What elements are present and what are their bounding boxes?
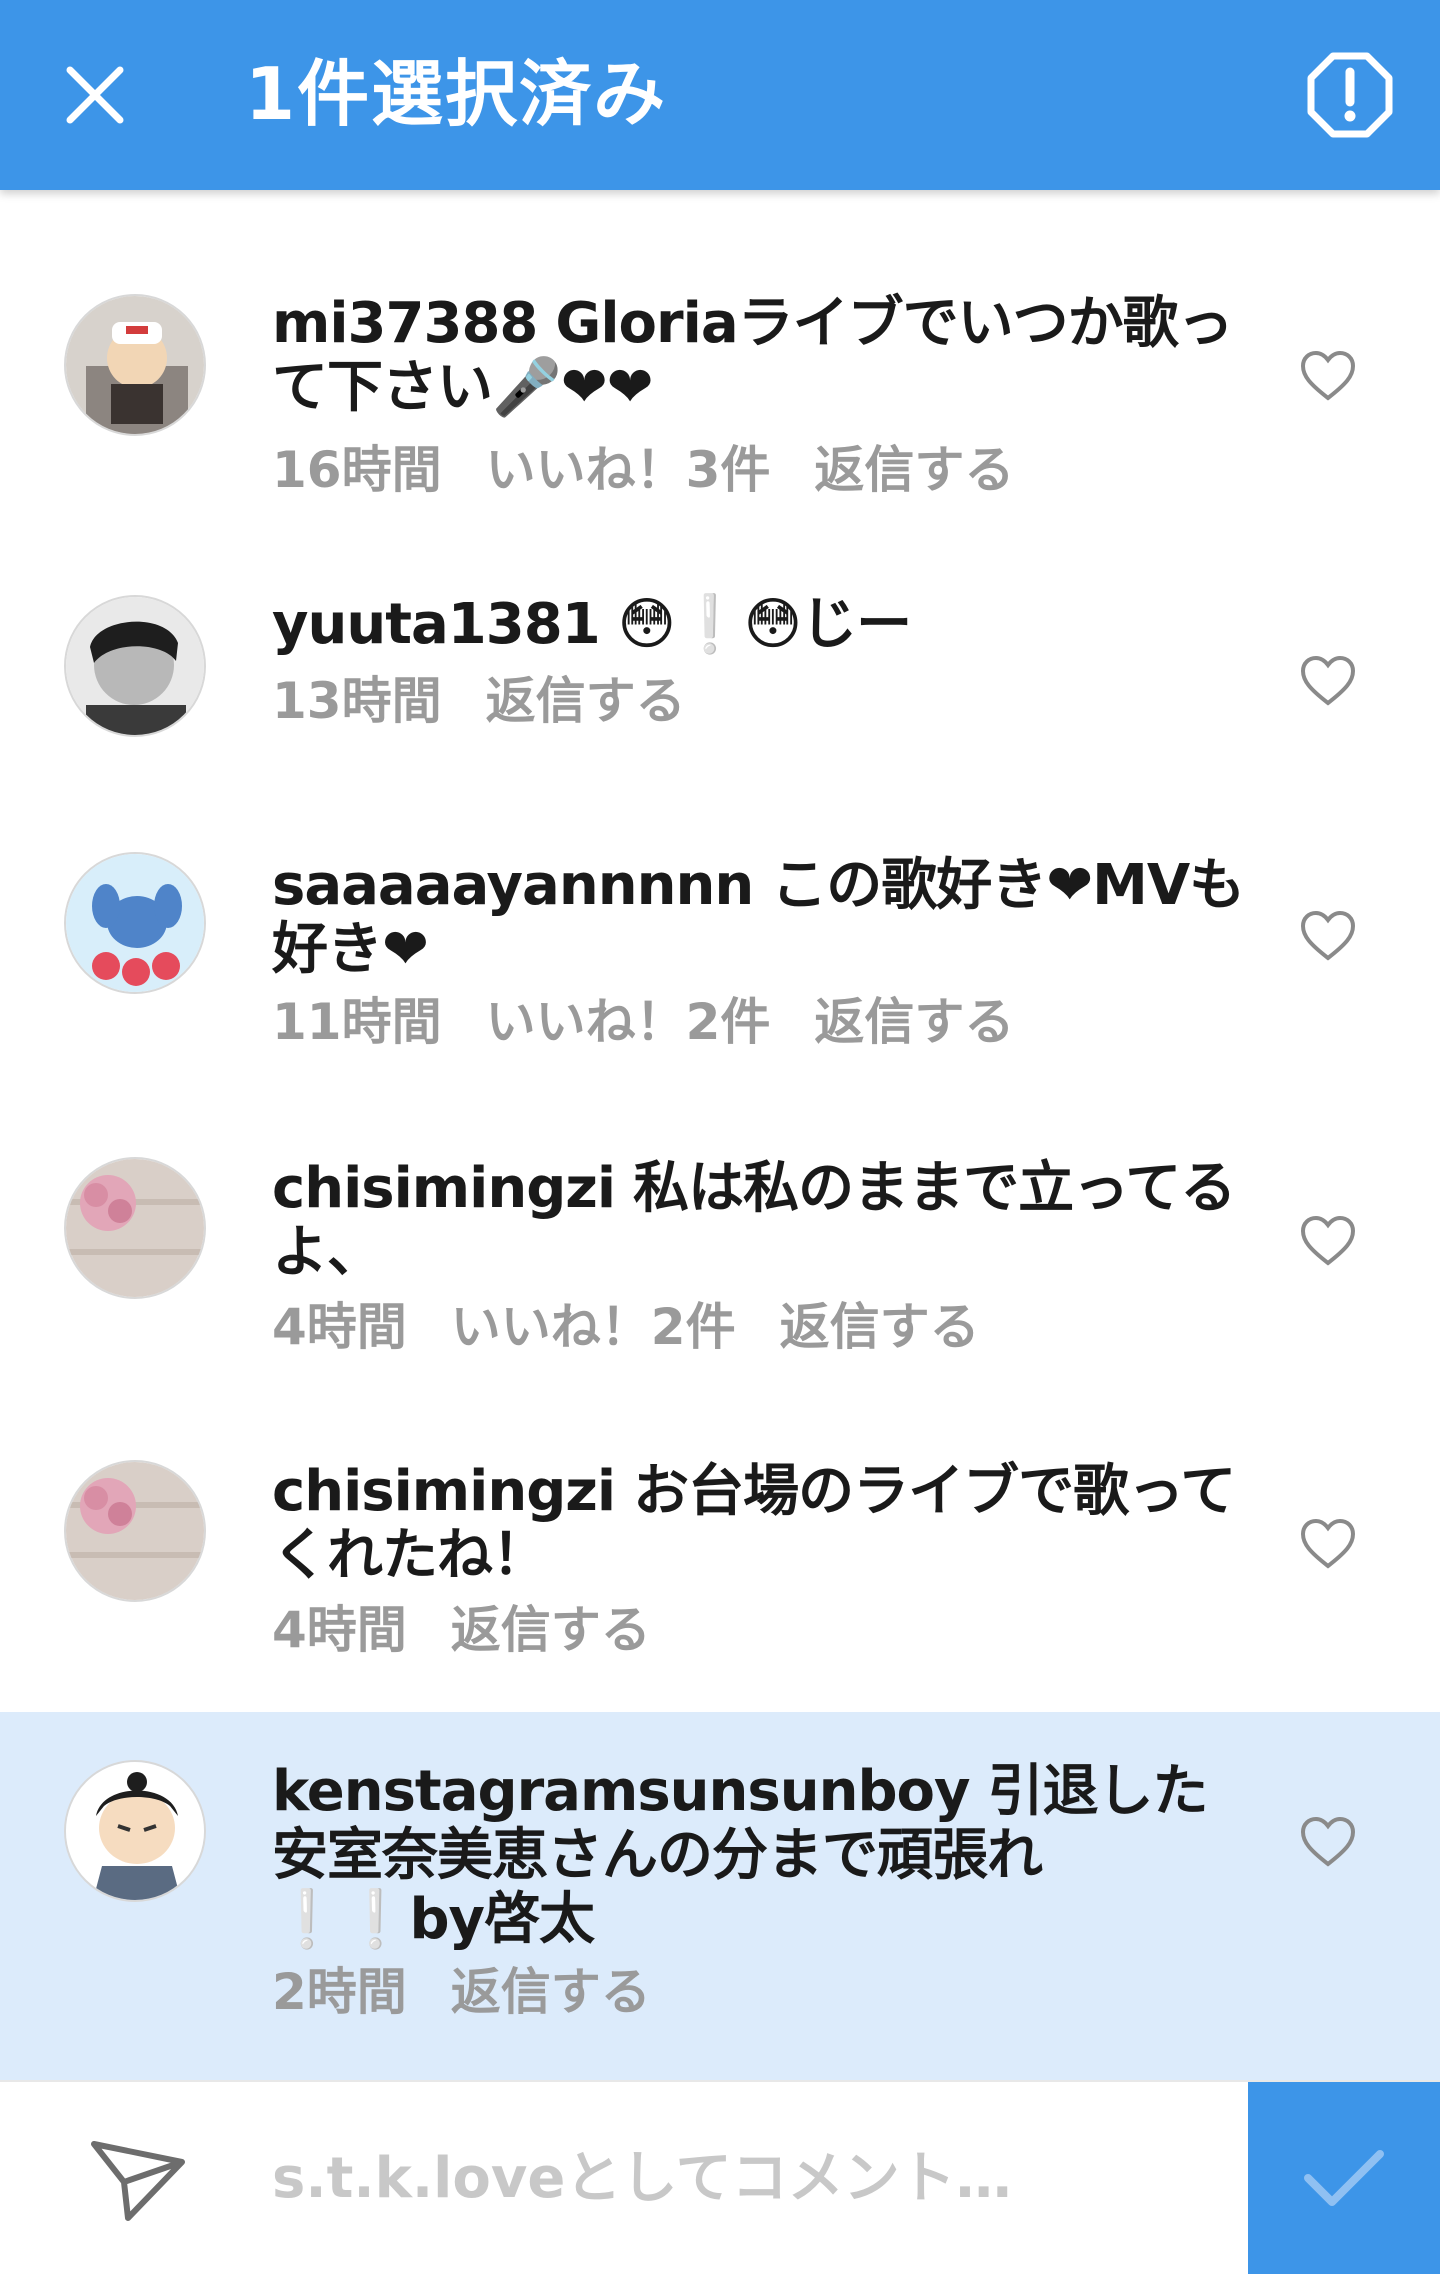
reply-button[interactable]: 返信する (814, 993, 1014, 1051)
post-button[interactable] (1248, 2082, 1440, 2274)
comment-row[interactable]: chisimingzi 私は私のままで立ってるよ、 4時間 いいね！2件 返信する (0, 1145, 1440, 1395)
comment-likes-link[interactable]: いいね！3件 (486, 441, 771, 499)
avatar[interactable] (64, 1157, 206, 1299)
like-heart-icon[interactable] (1300, 1215, 1356, 1267)
reply-button[interactable]: 返信する (451, 1601, 651, 1659)
comment-body: 😳❕😳じー (617, 592, 912, 657)
like-heart-icon[interactable] (1300, 910, 1356, 962)
comment-username[interactable]: yuuta1381 (272, 592, 601, 657)
avatar[interactable] (64, 1760, 206, 1902)
reply-button[interactable]: 返信する (780, 1298, 980, 1356)
comment-time: 2時間 (272, 1963, 407, 2021)
comment-input[interactable] (270, 2122, 1224, 2234)
comment-meta: 2時間 返信する (272, 1962, 695, 2022)
reply-button[interactable]: 返信する (814, 441, 1014, 499)
selection-count-title: 1件選択済み (245, 52, 668, 136)
avatar[interactable] (64, 595, 206, 737)
comment-row[interactable]: yuuta1381 😳❕😳じー 13時間 返信する (0, 585, 1440, 785)
reply-button[interactable]: 返信する (451, 1963, 651, 2021)
like-heart-icon[interactable] (1300, 1816, 1356, 1868)
report-button[interactable] (1300, 45, 1400, 145)
close-button[interactable] (50, 50, 140, 140)
comment-meta: 13時間 返信する (272, 671, 730, 731)
check-icon (1304, 2150, 1384, 2206)
comment-time: 4時間 (272, 1298, 407, 1356)
comment-likes-link[interactable]: いいね！2件 (451, 1298, 736, 1356)
comment-row[interactable]: chisimingzi お台場のライブで歌ってくれたね！ 4時間 返信する (0, 1448, 1440, 1698)
like-heart-icon[interactable] (1300, 350, 1356, 402)
comment-username[interactable]: kenstagramsunsunboy (272, 1759, 971, 1824)
report-icon (1307, 52, 1393, 138)
comment-row[interactable]: mi37388 Gloriaライブでいつか歌って下さい🎤❤❤ 16時間 いいね！3件… (0, 280, 1440, 530)
comment-meta: 16時間 いいね！3件 返信する (272, 440, 1058, 500)
comment-row-selected[interactable]: kenstagramsunsunboy 引退した安室奈美恵さんの分まで頑張れ❕❕b… (0, 1712, 1440, 2080)
comment-text: mi37388 Gloriaライブでいつか歌って下さい🎤❤❤ (272, 292, 1252, 420)
selection-app-bar: 1件選択済み (0, 0, 1440, 190)
send-icon[interactable] (88, 2134, 188, 2224)
like-heart-icon[interactable] (1300, 1518, 1356, 1570)
comment-time: 4時間 (272, 1601, 407, 1659)
comment-text: saaaaayannnnn この歌好き❤MVも好き❤ (272, 854, 1252, 982)
comment-meta: 4時間 いいね！2件 返信する (272, 1297, 1024, 1357)
comment-text: kenstagramsunsunboy 引退した安室奈美恵さんの分まで頑張れ❕❕b… (272, 1760, 1252, 1952)
close-icon (66, 66, 124, 124)
avatar[interactable] (64, 852, 206, 994)
reply-button[interactable]: 返信する (486, 672, 686, 730)
comment-time: 16時間 (272, 441, 442, 499)
comment-username[interactable]: mi37388 (272, 291, 538, 356)
comment-likes-link[interactable]: いいね！2件 (486, 993, 771, 1051)
comment-row[interactable]: saaaaayannnnn この歌好き❤MVも好き❤ 11時間 いいね！2件 返信する (0, 842, 1440, 1092)
comment-meta: 11時間 いいね！2件 返信する (272, 992, 1058, 1052)
comment-meta: 4時間 返信する (272, 1600, 695, 1660)
like-heart-icon[interactable] (1300, 655, 1356, 707)
comment-username[interactable]: chisimingzi (272, 1459, 616, 1524)
comment-composer (0, 2080, 1440, 2274)
comment-time: 11時間 (272, 993, 442, 1051)
comment-username[interactable]: saaaaayannnnn (272, 853, 754, 918)
comment-time: 13時間 (272, 672, 442, 730)
comment-text: chisimingzi お台場のライブで歌ってくれたね！ (272, 1460, 1252, 1588)
comment-text: chisimingzi 私は私のままで立ってるよ、 (272, 1157, 1252, 1285)
avatar[interactable] (64, 294, 206, 436)
comment-username[interactable]: chisimingzi (272, 1156, 616, 1221)
comment-text: yuuta1381 😳❕😳じー (272, 593, 1252, 657)
avatar[interactable] (64, 1460, 206, 1602)
